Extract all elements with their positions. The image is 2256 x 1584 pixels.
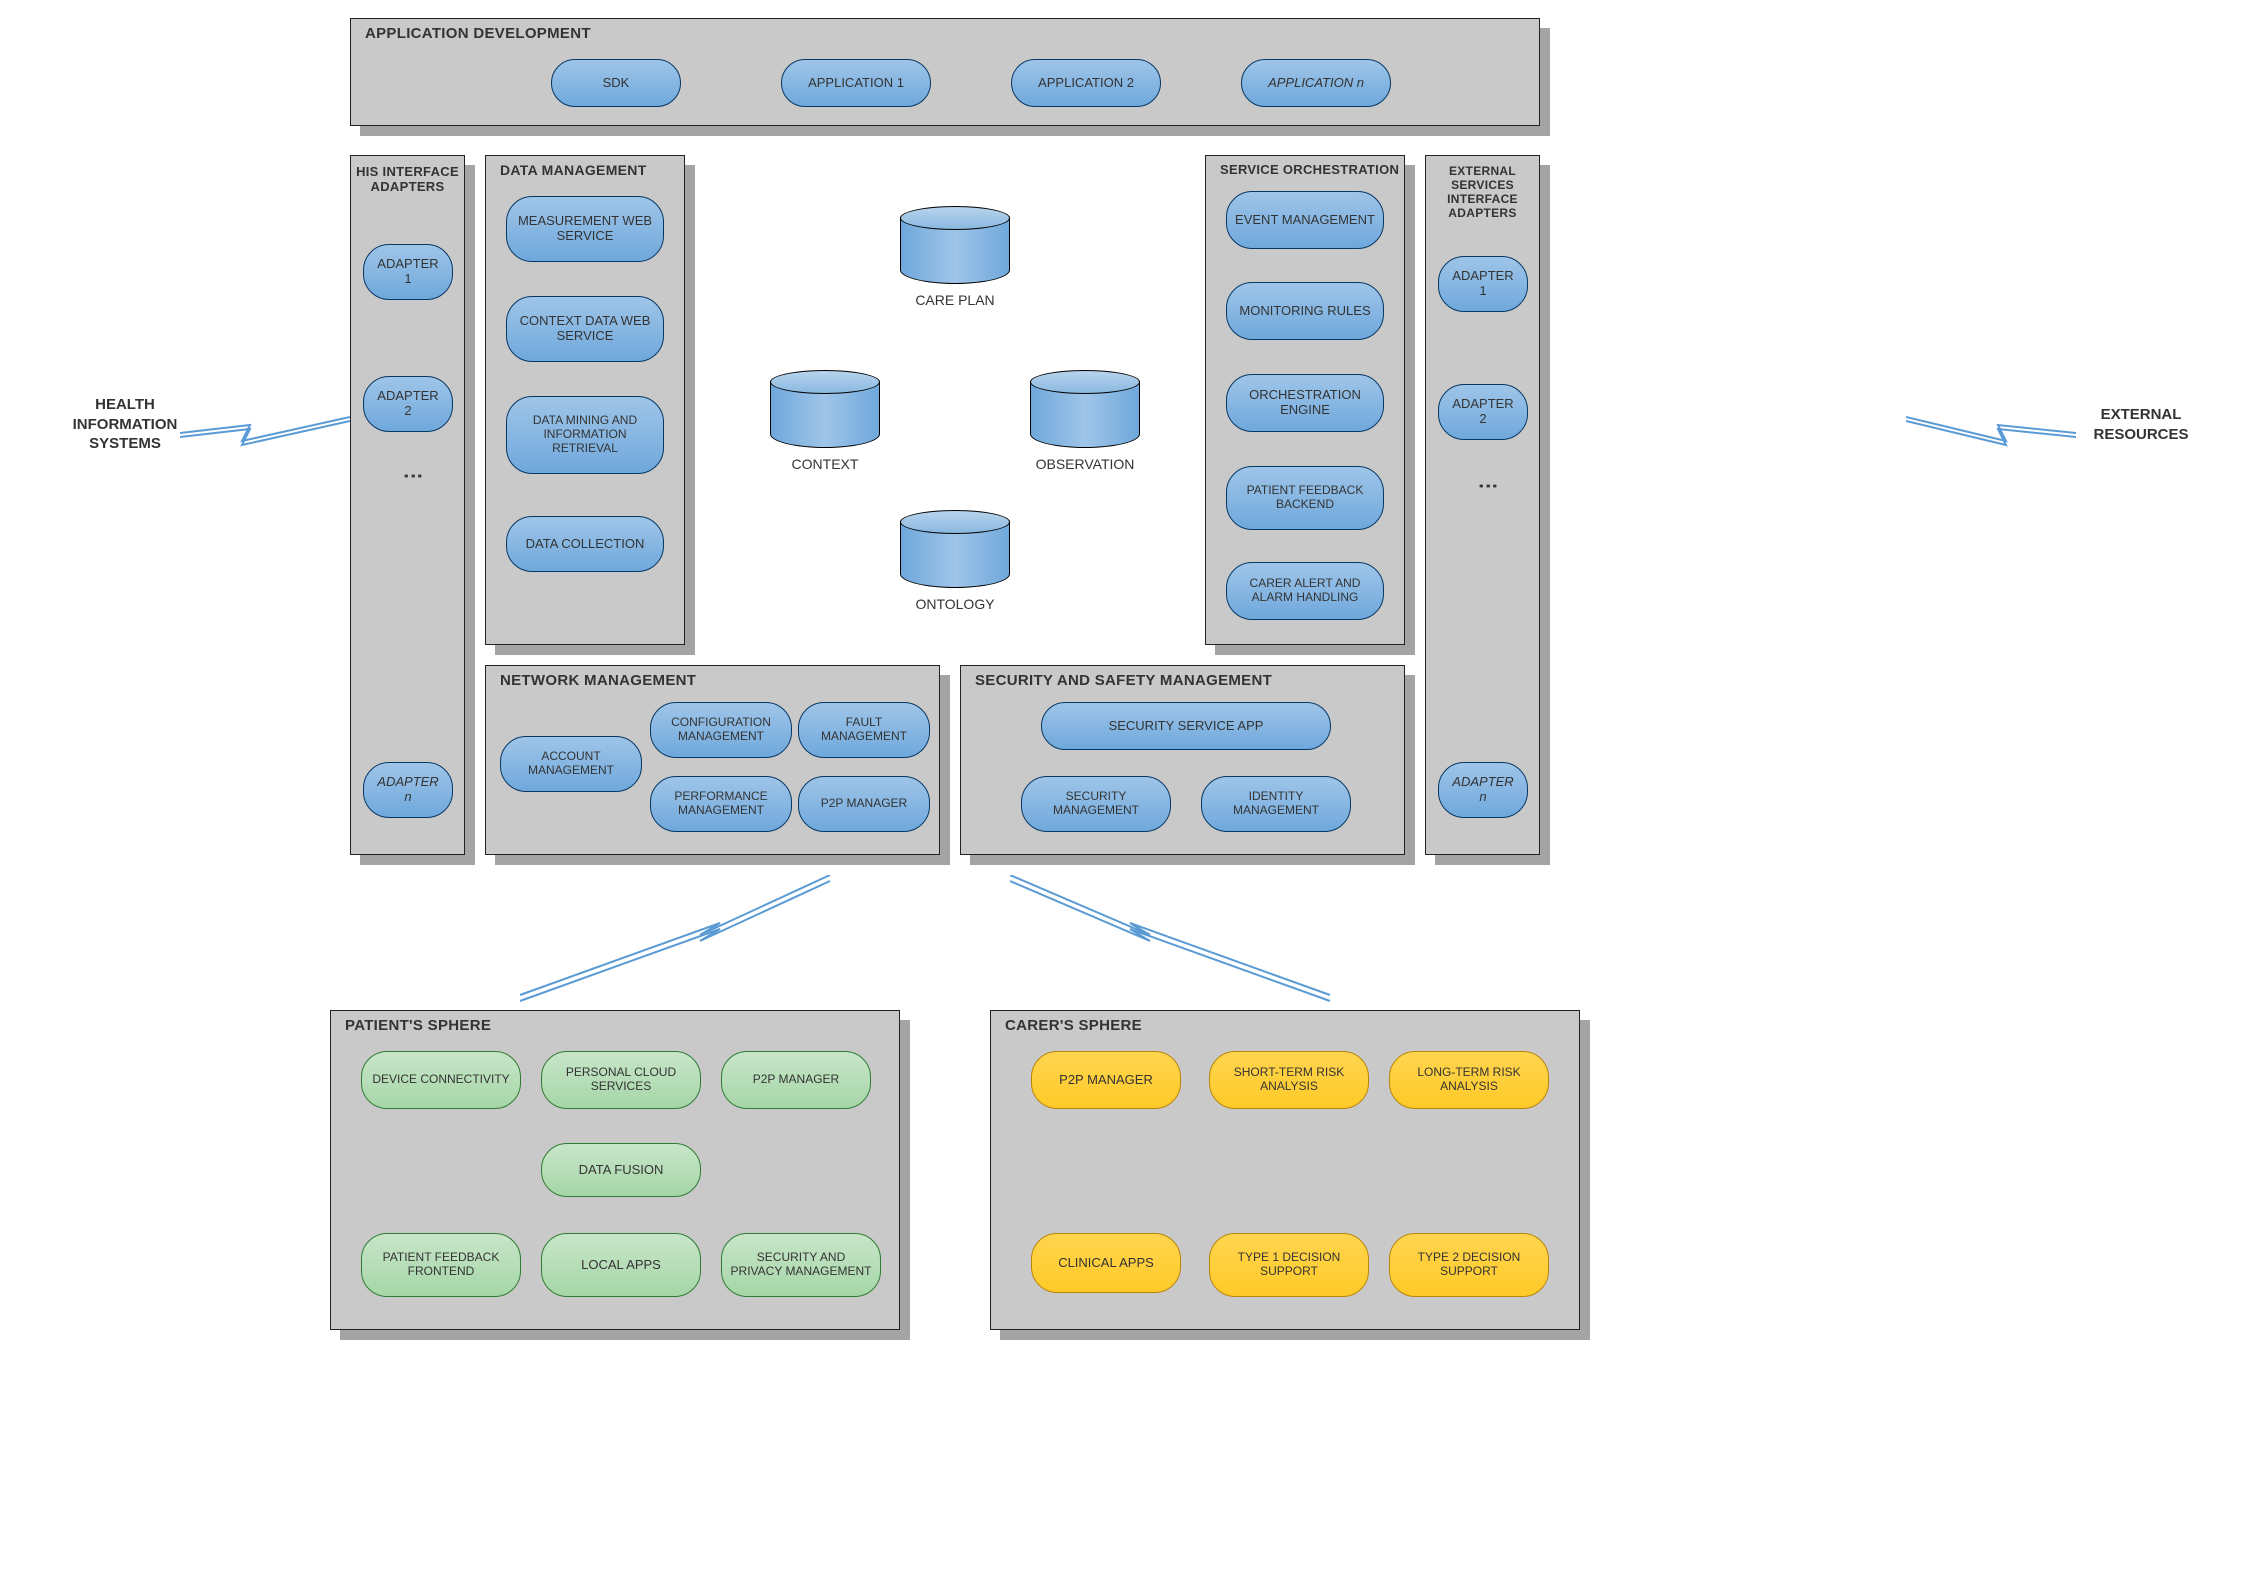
pill-app2: APPLICATION 2 bbox=[1011, 59, 1161, 107]
pill-security-privacy: SECURITY AND PRIVACY MANAGEMENT bbox=[721, 1233, 881, 1297]
panel-carer-sphere: CARER'S SPHERE P2P MANAGER SHORT-TERM RI… bbox=[990, 1010, 1580, 1330]
panel-title-secmgmt: SECURITY AND SAFETY MANAGEMENT bbox=[975, 672, 1272, 689]
pill-device-connectivity: DEVICE CONNECTIVITY bbox=[361, 1051, 521, 1109]
ext-dots: ⋮ bbox=[1476, 476, 1500, 508]
pill-monitoring-rules: MONITORING RULES bbox=[1226, 282, 1384, 340]
cylinder-care-plan: CARE PLAN bbox=[900, 206, 1010, 284]
panel-title-serviceorch: SERVICE ORCHESTRATION bbox=[1220, 162, 1399, 177]
pill-short-term-risk: SHORT-TERM RISK ANALYSIS bbox=[1209, 1051, 1369, 1109]
cylinder-label-careplan: CARE PLAN bbox=[875, 292, 1035, 308]
pill-his-adapter2: ADAPTER 2 bbox=[363, 376, 453, 432]
pill-orch-engine: ORCHESTRATION ENGINE bbox=[1226, 374, 1384, 432]
pill-appn: APPLICATION n bbox=[1241, 59, 1391, 107]
pill-security-app: SECURITY SERVICE APP bbox=[1041, 702, 1331, 750]
panel-title-datamgmt: DATA MANAGEMENT bbox=[500, 162, 647, 178]
pill-security-mgmt: SECURITY MANAGEMENT bbox=[1021, 776, 1171, 832]
pill-p2p-mgr-patient: P2P MANAGER bbox=[721, 1051, 871, 1109]
panel-network-mgmt: NETWORK MANAGEMENT ACCOUNT MANAGEMENT CO… bbox=[485, 665, 940, 855]
pill-data-mining: DATA MINING AND INFORMATION RETRIEVAL bbox=[506, 396, 664, 474]
pill-personal-cloud: PERSONAL CLOUD SERVICES bbox=[541, 1051, 701, 1109]
pill-p2p-mgr-carer: P2P MANAGER bbox=[1031, 1051, 1181, 1109]
panel-title-app-dev: APPLICATION DEVELOPMENT bbox=[365, 25, 591, 42]
panel-patient-sphere: PATIENT'S SPHERE DEVICE CONNECTIVITY PER… bbox=[330, 1010, 900, 1330]
pill-measurement-webservice: MEASUREMENT WEB SERVICE bbox=[506, 196, 664, 262]
pill-identity-mgmt: IDENTITY MANAGEMENT bbox=[1201, 776, 1351, 832]
panel-service-orch: SERVICE ORCHESTRATION EVENT MANAGEMENT M… bbox=[1205, 155, 1405, 645]
pill-account-mgmt: ACCOUNT MANAGEMENT bbox=[500, 736, 642, 792]
cylinder-label-ontology: ONTOLOGY bbox=[875, 596, 1035, 612]
panel-app-dev: APPLICATION DEVELOPMENT SDK APPLICATION … bbox=[350, 18, 1540, 126]
pill-ext-adapter2: ADAPTER 2 bbox=[1438, 384, 1528, 440]
pill-his-adaptern: ADAPTER n bbox=[363, 762, 453, 818]
bolt-to-carer bbox=[1010, 875, 1330, 1005]
pill-clinical-apps: CLINICAL APPS bbox=[1031, 1233, 1181, 1293]
panel-title-ext: EXTERNAL SERVICES INTERFACE ADAPTERS bbox=[1426, 164, 1539, 220]
pill-context-data-webservice: CONTEXT DATA WEB SERVICE bbox=[506, 296, 664, 362]
panel-title-carer: CARER'S SPHERE bbox=[1005, 1017, 1142, 1034]
pill-p2p-mgr: P2P MANAGER bbox=[798, 776, 930, 832]
bolt-left bbox=[180, 405, 350, 465]
pill-ext-adaptern: ADAPTER n bbox=[1438, 762, 1528, 818]
panel-title-his: HIS INTERFACE ADAPTERS bbox=[351, 164, 464, 194]
pill-fault-mgmt: FAULT MANAGEMENT bbox=[798, 702, 930, 758]
pill-data-fusion: DATA FUSION bbox=[541, 1143, 701, 1197]
pill-event-mgmt: EVENT MANAGEMENT bbox=[1226, 191, 1384, 249]
cylinder-label-observation: OBSERVATION bbox=[1005, 456, 1165, 472]
pill-his-adapter1: ADAPTER 1 bbox=[363, 244, 453, 300]
pill-type1-decision: TYPE 1 DECISION SUPPORT bbox=[1209, 1233, 1369, 1297]
cylinder-observation: OBSERVATION bbox=[1030, 370, 1140, 448]
pill-patient-feedback-frontend: PATIENT FEEDBACK FRONTEND bbox=[361, 1233, 521, 1297]
bolt-right bbox=[1906, 405, 2076, 465]
pill-local-apps: LOCAL APPS bbox=[541, 1233, 701, 1297]
external-right-label: EXTERNAL RESOURCES bbox=[2076, 405, 2206, 444]
pill-long-term-risk: LONG-TERM RISK ANALYSIS bbox=[1389, 1051, 1549, 1109]
cylinder-context: CONTEXT bbox=[770, 370, 880, 448]
pill-patient-feedback-backend: PATIENT FEEDBACK BACKEND bbox=[1226, 466, 1384, 530]
pill-perf-mgmt: PERFORMANCE MANAGEMENT bbox=[650, 776, 792, 832]
pill-type2-decision: TYPE 2 DECISION SUPPORT bbox=[1389, 1233, 1549, 1297]
pill-config-mgmt: CONFIGURATION MANAGEMENT bbox=[650, 702, 792, 758]
external-left-label: HEALTH INFORMATION SYSTEMS bbox=[50, 395, 200, 454]
panel-his-adapters: HIS INTERFACE ADAPTERS ADAPTER 1 ADAPTER… bbox=[350, 155, 465, 855]
pill-data-collection: DATA COLLECTION bbox=[506, 516, 664, 572]
panel-security-mgmt: SECURITY AND SAFETY MANAGEMENT SECURITY … bbox=[960, 665, 1405, 855]
cylinder-label-context: CONTEXT bbox=[745, 456, 905, 472]
his-dots: ⋮ bbox=[401, 466, 425, 498]
bolt-to-patient bbox=[520, 875, 840, 1005]
pill-sdk: SDK bbox=[551, 59, 681, 107]
pill-app1: APPLICATION 1 bbox=[781, 59, 931, 107]
panel-ext-adapters: EXTERNAL SERVICES INTERFACE ADAPTERS ADA… bbox=[1425, 155, 1540, 855]
panel-title-netmgmt: NETWORK MANAGEMENT bbox=[500, 672, 696, 689]
panel-data-mgmt: DATA MANAGEMENT MEASUREMENT WEB SERVICE … bbox=[485, 155, 685, 645]
cylinder-ontology: ONTOLOGY bbox=[900, 510, 1010, 588]
pill-carer-alert: CARER ALERT AND ALARM HANDLING bbox=[1226, 562, 1384, 620]
pill-ext-adapter1: ADAPTER 1 bbox=[1438, 256, 1528, 312]
panel-title-patient: PATIENT'S SPHERE bbox=[345, 1017, 491, 1034]
